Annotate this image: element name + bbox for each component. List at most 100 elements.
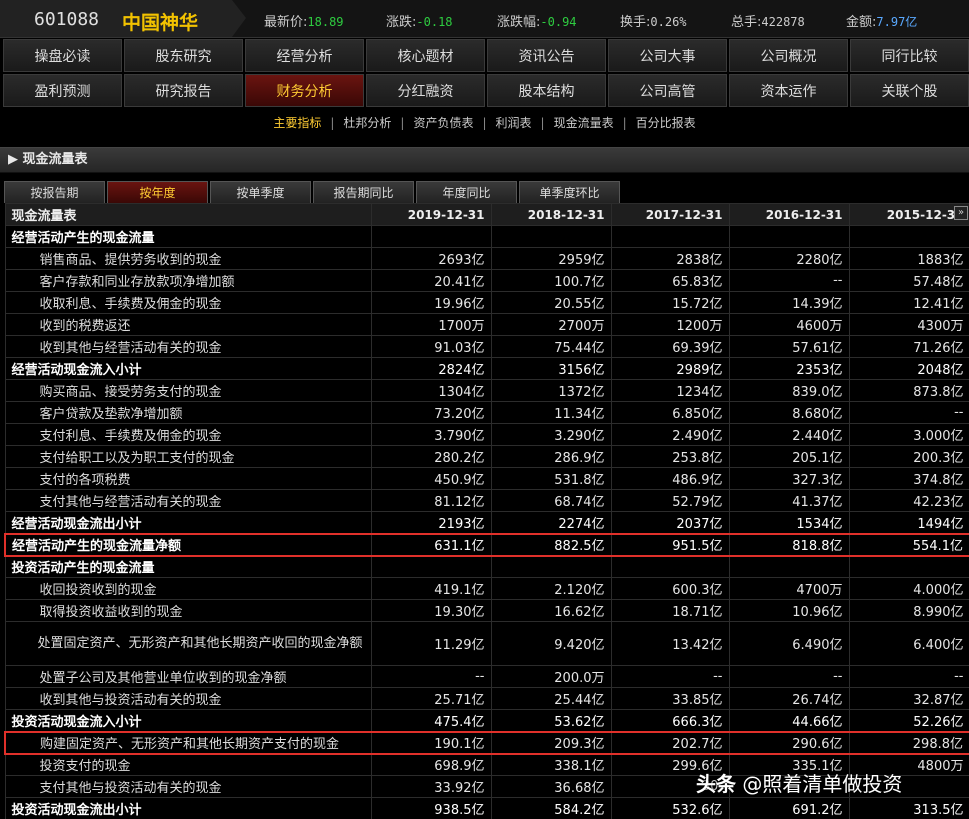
table-row[interactable]: 处置固定资产、无形资产和其他长期资产收回的现金净额 11.29亿 9.420亿 13.… [4, 621, 969, 666]
table-row[interactable]: 取得投资收益收到的现金 19.30亿 16.62亿 18.71亿 10.96亿 8.990… [4, 599, 969, 622]
nav-tab[interactable]: 经营分析 [245, 39, 364, 72]
nav-tab[interactable]: 研究报告 [124, 74, 243, 107]
value-cell: 419.1亿 [370, 577, 492, 600]
column-header-date[interactable]: 2018-12-31 [490, 203, 612, 226]
value-cell: 12.41亿 [848, 291, 969, 314]
table-row[interactable]: 经营活动产生的现金流量 [4, 225, 969, 248]
period-tab-active[interactable]: 按年度 [107, 181, 208, 203]
value-cell: 25.44亿 [490, 687, 612, 710]
table-row[interactable]: 收到其他与经营活动有关的现金 91.03亿 75.44亿 69.39亿 57.61亿 71… [4, 335, 969, 358]
stock-code[interactable]: 601088 [34, 9, 99, 30]
nav-tab[interactable]: 关联个股 [850, 74, 969, 107]
value-cell: 882.5亿 [490, 532, 612, 557]
subnav-link[interactable]: 利润表 [496, 114, 532, 131]
quote-change-pct: 涨跌幅:-0.94 [497, 15, 577, 30]
highlighted-row[interactable]: 购建固定资产、无形资产和其他长期资产支付的现金 190.1亿 209.3亿 202.7… [4, 730, 969, 755]
period-tab[interactable]: 按报告期 [4, 181, 105, 203]
value-cell: 298.8亿 [848, 730, 969, 755]
value-cell: 873.8亿 [848, 379, 969, 402]
value-cell: 2.440亿 [728, 423, 850, 446]
value-cell: 68.74亿 [490, 489, 612, 512]
table-row[interactable]: 收回投资收到的现金 419.1亿 2.120亿 600.3亿 4700万 4.000亿 [4, 577, 969, 600]
value-cell: 3.790亿 [370, 423, 492, 446]
nav-tab[interactable]: 资本运作 [729, 74, 848, 107]
cash-flow-table: 现金流量表 2019-12-31 2018-12-31 2017-12-31 2016-… [4, 203, 969, 819]
table-row[interactable]: 收取利息、手续费及佣金的现金 19.96亿 20.55亿 15.72亿 14.39亿 12… [4, 291, 969, 314]
column-header-date[interactable]: 2019-12-31 [370, 203, 492, 226]
nav-tab[interactable]: 操盘必读 [3, 39, 122, 72]
table-row[interactable]: 支付利息、手续费及佣金的现金 3.790亿 3.290亿 2.490亿 2.440亿 3.… [4, 423, 969, 446]
table-row[interactable]: 处置子公司及其他营业单位收到的现金净额 -- 200.0万 -- -- -- [4, 665, 969, 688]
table-row[interactable]: 投资活动产生的现金流量 [4, 555, 969, 578]
subnav-link[interactable]: 百分比报表 [636, 114, 696, 131]
value-cell [848, 225, 969, 248]
value-cell: 1883亿 [848, 247, 969, 270]
nav-tab[interactable]: 分红融资 [366, 74, 485, 107]
value-cell: 839.0亿 [728, 379, 850, 402]
value-cell: 73.20亿 [370, 401, 492, 424]
table-row[interactable]: 支付其他与经营活动有关的现金 81.12亿 68.74亿 52.79亿 41.37亿 42… [4, 489, 969, 512]
row-label: 取得投资收益收到的现金 [4, 599, 372, 622]
nav-tab[interactable]: 股东研究 [124, 39, 243, 72]
subnav-link[interactable]: 现金流量表 [554, 114, 614, 131]
nav-tab[interactable]: 股本结构 [487, 74, 606, 107]
value-cell: 2037亿 [610, 511, 730, 534]
table-row[interactable]: 投资活动现金流出小计 938.5亿 584.2亿 532.6亿 691.2亿 313.5亿 [4, 797, 969, 819]
column-header-date[interactable]: 2015-12-31 [848, 203, 969, 226]
nav-tab[interactable]: 核心题材 [366, 39, 485, 72]
nav-tab[interactable]: 资讯公告 [487, 39, 606, 72]
table-row[interactable]: 经营活动现金流入小计 2824亿 3156亿 2989亿 2353亿 2048亿 [4, 357, 969, 380]
value-cell: 33.85亿 [610, 687, 730, 710]
row-label: 客户贷款及垫款净增加额 [4, 401, 372, 424]
stock-name[interactable]: 中国神华 [122, 8, 198, 35]
nav-tab[interactable]: 盈利预测 [3, 74, 122, 107]
row-label: 购买商品、接受劳务支付的现金 [4, 379, 372, 402]
table-row[interactable]: 收到的税费返还 1700万 2700万 1200万 4600万 4300万 [4, 313, 969, 336]
row-label: 销售商品、提供劳务收到的现金 [4, 247, 372, 270]
table-row[interactable]: 客户贷款及垫款净增加额 73.20亿 11.34亿 6.850亿 8.680亿 -- [4, 401, 969, 424]
value-cell [490, 225, 612, 248]
value-cell: 100.7亿 [490, 269, 612, 292]
column-header-date[interactable]: 2017-12-31 [610, 203, 730, 226]
value-cell: 75.44亿 [490, 335, 612, 358]
table-row[interactable]: 支付给职工以及为职工支付的现金 280.2亿 286.9亿 253.8亿 205.1亿 2… [4, 445, 969, 468]
table-row[interactable]: 销售商品、提供劳务收到的现金 2693亿 2959亿 2838亿 2280亿 1883亿 [4, 247, 969, 270]
value-cell [728, 555, 850, 578]
row-label: 收到其他与投资活动有关的现金 [4, 687, 372, 710]
value-cell: 57.61亿 [728, 335, 850, 358]
highlighted-row[interactable]: 经营活动产生的现金流量净额 631.1亿 882.5亿 951.5亿 818.8亿 554… [4, 532, 969, 557]
column-header: 现金流量表 [4, 203, 372, 226]
table-row[interactable]: 支付的各项税费 450.9亿 531.8亿 486.9亿 327.3亿 374.8亿 [4, 467, 969, 490]
row-label: 经营活动产生的现金流量净额 [4, 532, 372, 557]
nav-tab[interactable]: 同行比较 [850, 39, 969, 72]
nav-tab[interactable]: 公司大事 [608, 39, 727, 72]
section-header[interactable]: ▶ 现金流量表 [0, 147, 969, 173]
table-row[interactable]: 投资活动现金流入小计 475.4亿 53.62亿 666.3亿 44.66亿 52.26亿 [4, 709, 969, 732]
period-tab[interactable]: 单季度环比 [519, 181, 620, 203]
period-tab[interactable]: 按单季度 [210, 181, 311, 203]
value-cell: 3.000亿 [848, 423, 969, 446]
scroll-right-icon[interactable]: » [954, 206, 968, 220]
row-label: 支付利息、手续费及佣金的现金 [4, 423, 372, 446]
value-cell: 691.2亿 [728, 797, 850, 819]
column-header-date[interactable]: 2016-12-31 [728, 203, 850, 226]
table-row[interactable]: 收到其他与投资活动有关的现金 25.71亿 25.44亿 33.85亿 26.74亿 32… [4, 687, 969, 710]
value-cell: 374.8亿 [848, 467, 969, 490]
value-cell: 532.6亿 [610, 797, 730, 819]
value-cell: 8.680亿 [728, 401, 850, 424]
value-cell: 2959亿 [490, 247, 612, 270]
period-tab[interactable]: 报告期同比 [313, 181, 414, 203]
nav-tab-active[interactable]: 财务分析 [245, 74, 364, 107]
value-cell: 202.7亿 [610, 730, 730, 755]
subnav-link[interactable]: 杜邦分析 [343, 114, 391, 131]
table-row[interactable]: 客户存款和同业存放款项净增加额 20.41亿 100.7亿 65.83亿 -- 57.48… [4, 269, 969, 292]
nav-tab[interactable]: 公司概况 [729, 39, 848, 72]
period-tab[interactable]: 年度同比 [416, 181, 517, 203]
subnav-link[interactable]: 资产负债表 [413, 114, 473, 131]
nav-tab[interactable]: 公司高管 [608, 74, 727, 107]
subnav-link-active[interactable]: 主要指标 [273, 114, 321, 131]
value-cell: 2.120亿 [490, 577, 612, 600]
value-cell: 52.26亿 [848, 709, 969, 732]
table-row[interactable]: 购买商品、接受劳务支付的现金 1304亿 1372亿 1234亿 839.0亿 873.8… [4, 379, 969, 402]
table-row[interactable]: 经营活动现金流出小计 2193亿 2274亿 2037亿 1534亿 1494亿 [4, 511, 969, 534]
